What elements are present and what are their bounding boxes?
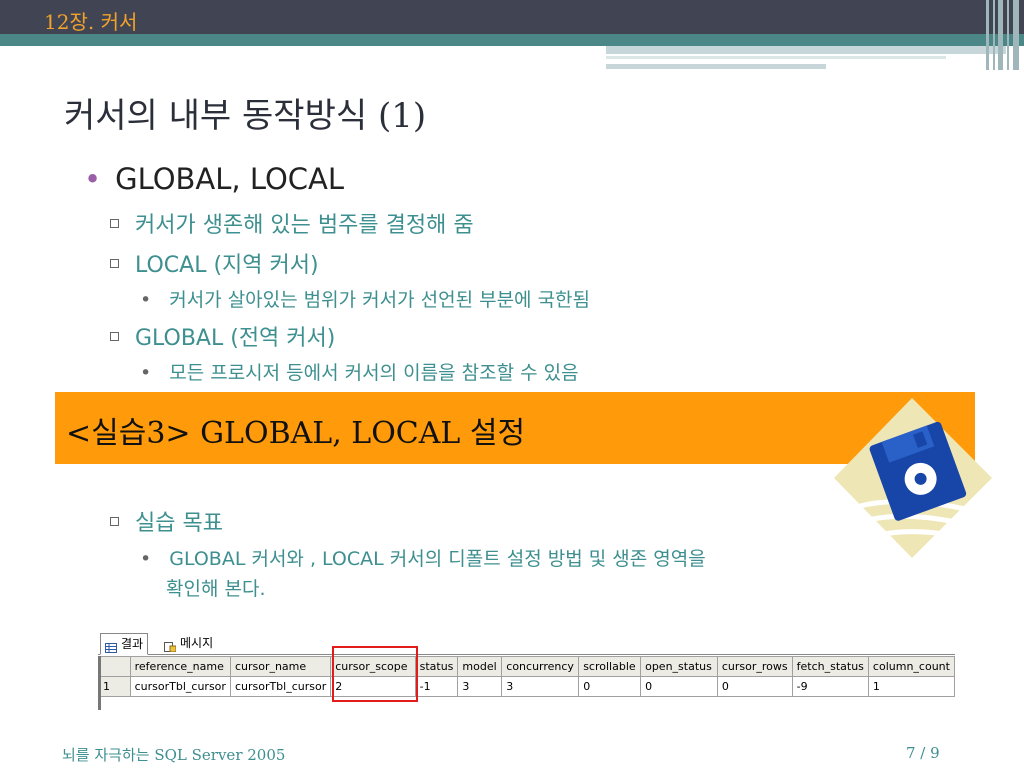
square-bullet-icon	[110, 258, 119, 268]
grid-left-border	[98, 656, 101, 710]
grid-cell[interactable]: 3	[501, 676, 580, 697]
column-header[interactable]: reference_name	[129, 656, 231, 677]
column-header[interactable]: model	[457, 656, 503, 677]
tab-results[interactable]: 결과	[100, 633, 149, 655]
cursor-scope-highlight	[332, 646, 418, 702]
square-bullet-icon	[110, 331, 119, 341]
column-header[interactable]: open_status	[640, 656, 718, 677]
tab-messages[interactable]: 메시지	[160, 633, 217, 653]
tab-results-label: 결과	[121, 637, 144, 651]
grid-header-row: reference_name cursor_name cursor_scope …	[98, 656, 956, 677]
column-header[interactable]: cursor_name	[229, 656, 332, 677]
bullet-global-desc: • 모든 프로시저 등에서 커서의 이름을 참조할 수 있음	[140, 358, 579, 385]
grid-cell[interactable]: 3	[457, 676, 503, 697]
column-header[interactable]: cursor_rows	[716, 656, 793, 677]
results-grid: reference_name cursor_name cursor_scope …	[98, 656, 956, 697]
square-bullet-icon	[110, 516, 119, 526]
bullet-local-text: LOCAL (지역 커서)	[135, 253, 319, 278]
footer-book-title: 뇌를 자극하는 SQL Server 2005	[62, 746, 286, 764]
header-light-stripe	[606, 56, 946, 59]
bullet-local: LOCAL (지역 커서)	[110, 247, 319, 279]
practice-desc-line2: 확인해 본다.	[166, 578, 266, 600]
bullet-practice-desc: • GLOBAL 커서와 , LOCAL 커서의 디폴트 설정 방법 및 생존 영…	[140, 544, 940, 571]
dot-bullet-icon: •	[140, 548, 152, 570]
message-icon	[164, 638, 177, 652]
bullet-dot-icon: •	[84, 162, 102, 196]
bullet-global-text: GLOBAL (전역 커서)	[135, 326, 336, 351]
header-vertical-bars	[986, 0, 1024, 70]
grid-cell[interactable]: -9	[791, 676, 869, 697]
page-number: 7 / 9	[906, 744, 940, 762]
header-light-stripe	[606, 64, 826, 69]
chapter-label: 12장. 커서	[44, 10, 138, 34]
grid-cell[interactable]: -1	[414, 676, 459, 697]
practice-desc-line1: GLOBAL 커서와 , LOCAL 커서의 디폴트 설정 방법 및 생존 영역…	[169, 548, 706, 570]
bullet-local-desc-text: 커서가 살아있는 범위가 커서가 선언된 부분에 국한됨	[169, 289, 591, 311]
bullet-global-desc-text: 모든 프로시저 등에서 커서의 이름을 참조할 수 있음	[169, 362, 579, 384]
floppy-disk-icon	[828, 392, 998, 562]
results-panel: 결과 메시지 reference_name cursor_name cursor…	[98, 632, 956, 710]
row-number[interactable]: 1	[98, 676, 131, 697]
bullet-main: • GLOBAL, LOCAL	[84, 162, 344, 196]
column-header[interactable]: fetch_status	[791, 656, 869, 677]
header-teal-stripe	[0, 34, 1024, 46]
grid-cell[interactable]: cursorTbl_cursor	[229, 676, 332, 697]
tab-messages-label: 메시지	[180, 636, 214, 650]
square-bullet-icon	[110, 218, 119, 228]
header-light-stripe	[606, 46, 1006, 54]
bullet-global: GLOBAL (전역 커서)	[110, 320, 335, 352]
column-header[interactable]: status	[414, 656, 459, 677]
results-tabbar: 결과 메시지	[98, 632, 955, 655]
grid-icon	[105, 639, 117, 653]
bullet-main-text: GLOBAL, LOCAL	[115, 162, 345, 196]
bullet-scope-text: 커서가 생존해 있는 범주를 결정해 줌	[135, 213, 474, 238]
table-row[interactable]: 1 cursorTbl_cursor cursorTbl_cursor 2 -1…	[98, 676, 956, 697]
dot-bullet-icon: •	[140, 362, 152, 384]
grid-cell[interactable]: 0	[640, 676, 718, 697]
grid-corner-cell	[98, 656, 131, 677]
slide-title: 커서의 내부 동작방식 (1)	[64, 96, 427, 136]
grid-cell[interactable]: 0	[716, 676, 793, 697]
bullet-practice-goal: 실습 목표	[110, 505, 223, 537]
column-header[interactable]: concurrency	[501, 656, 580, 677]
grid-cell[interactable]: 0	[578, 676, 642, 697]
header-band	[0, 0, 1024, 34]
bullet-scope: 커서가 생존해 있는 범주를 결정해 줌	[110, 207, 474, 239]
column-header[interactable]: scrollable	[578, 656, 642, 677]
practice-banner-title: <실습3> GLOBAL, LOCAL 설정	[66, 416, 526, 451]
dot-bullet-icon: •	[140, 289, 152, 311]
column-header[interactable]: column_count	[867, 656, 956, 677]
bullet-local-desc: • 커서가 살아있는 범위가 커서가 선언된 부분에 국한됨	[140, 285, 590, 312]
grid-cell[interactable]: cursorTbl_cursor	[129, 676, 231, 697]
practice-goal-title: 실습 목표	[135, 511, 223, 536]
grid-cell[interactable]: 1	[867, 676, 956, 697]
